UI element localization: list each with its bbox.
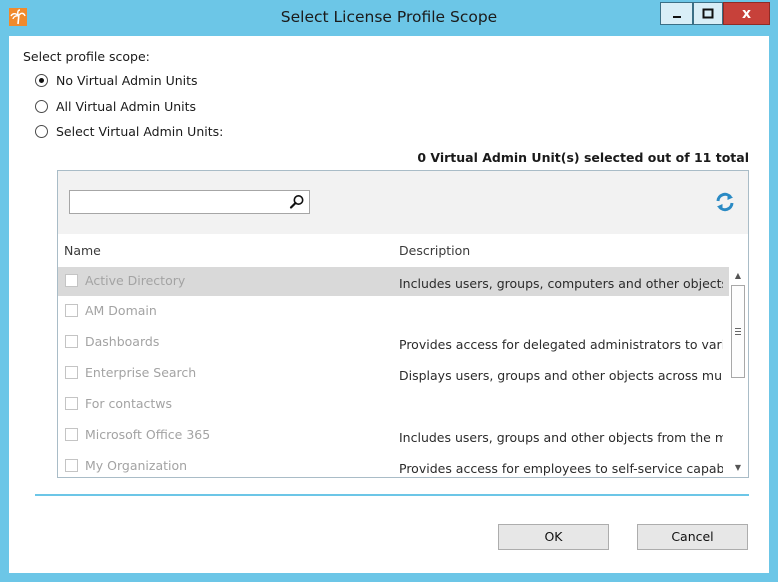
- selection-summary: 0 Virtual Admin Unit(s) selected out of …: [417, 150, 749, 165]
- row-name: AM Domain: [85, 303, 157, 318]
- vertical-scrollbar[interactable]: ▲ ▼: [729, 267, 748, 477]
- radio-all-virtual-admin-units[interactable]: All Virtual Admin Units: [35, 97, 196, 115]
- row-name: Dashboards: [85, 334, 160, 349]
- scroll-up-arrow-icon[interactable]: ▲: [733, 271, 743, 281]
- row-checkbox[interactable]: [65, 428, 78, 441]
- row-name: For contactws: [85, 396, 173, 411]
- maximize-button[interactable]: [693, 2, 723, 25]
- row-description: Displays users, groups and other objects…: [399, 368, 723, 383]
- row-description: Provides access for employees to self-se…: [399, 461, 723, 476]
- radio-label: No Virtual Admin Units: [56, 72, 198, 88]
- radio-label: Select Virtual Admin Units:: [56, 123, 224, 139]
- list-item[interactable]: AM Domain: [58, 297, 729, 326]
- search-field[interactable]: [69, 190, 310, 214]
- grip-icon: [735, 328, 741, 329]
- row-description: Includes users, groups and other objects…: [399, 430, 723, 445]
- radio-select-virtual-admin-units[interactable]: Select Virtual Admin Units:: [35, 122, 223, 140]
- close-icon: x: [741, 5, 752, 22]
- row-checkbox[interactable]: [65, 366, 78, 379]
- row-checkbox[interactable]: [65, 397, 78, 410]
- ok-button[interactable]: OK: [498, 524, 609, 550]
- scope-label: Select profile scope:: [23, 49, 150, 64]
- dialog-window: Select License Profile Scope x Select pr…: [0, 0, 778, 582]
- row-checkbox[interactable]: [65, 304, 78, 317]
- close-button[interactable]: x: [723, 2, 770, 25]
- virtual-admin-unit-list: Name Description Active Directory Includ…: [57, 170, 749, 478]
- list-item[interactable]: Microsoft Office 365 Includes users, gro…: [58, 421, 729, 450]
- row-checkbox[interactable]: [65, 274, 78, 287]
- list-item[interactable]: My Organization Provides access for empl…: [58, 452, 729, 478]
- radio-label: All Virtual Admin Units: [56, 98, 197, 114]
- row-name: Microsoft Office 365: [85, 427, 211, 442]
- scroll-down-arrow-icon[interactable]: ▼: [733, 463, 743, 473]
- radio-button[interactable]: [35, 99, 48, 113]
- list-item[interactable]: For contactws: [58, 390, 729, 419]
- minimize-icon: [672, 15, 681, 18]
- list-item[interactable]: Active Directory Includes users, groups,…: [58, 267, 729, 296]
- radio-no-virtual-admin-units[interactable]: No Virtual Admin Units: [35, 71, 198, 89]
- row-name: My Organization: [85, 458, 188, 473]
- list-toolbar: [58, 171, 748, 234]
- cancel-button[interactable]: Cancel: [637, 524, 748, 550]
- row-description: Provides access for delegated administra…: [399, 337, 723, 352]
- list-item[interactable]: Enterprise Search Displays users, groups…: [58, 359, 729, 388]
- row-name: Enterprise Search: [85, 365, 197, 380]
- footer-divider: [35, 494, 749, 496]
- row-name: Active Directory: [85, 273, 186, 288]
- minimize-button[interactable]: [660, 2, 693, 25]
- radio-button[interactable]: [35, 124, 48, 138]
- dialog-content: Select profile scope: No Virtual Admin U…: [9, 36, 769, 573]
- row-description: Includes users, groups, computers and ot…: [399, 276, 723, 291]
- list-rows: Active Directory Includes users, groups,…: [58, 267, 729, 478]
- search-input[interactable]: [73, 193, 283, 211]
- column-header-description[interactable]: Description: [399, 243, 470, 258]
- magnifier-icon[interactable]: [289, 194, 305, 210]
- title-bar: Select License Profile Scope x: [0, 0, 778, 36]
- refresh-icon[interactable]: [714, 191, 736, 213]
- list-item[interactable]: Dashboards Provides access for delegated…: [58, 328, 729, 357]
- radio-button[interactable]: [35, 73, 48, 87]
- maximize-icon: [702, 8, 714, 18]
- column-header-name[interactable]: Name: [64, 243, 101, 258]
- row-checkbox[interactable]: [65, 335, 78, 348]
- row-checkbox[interactable]: [65, 459, 78, 472]
- scrollbar-thumb[interactable]: [731, 285, 745, 378]
